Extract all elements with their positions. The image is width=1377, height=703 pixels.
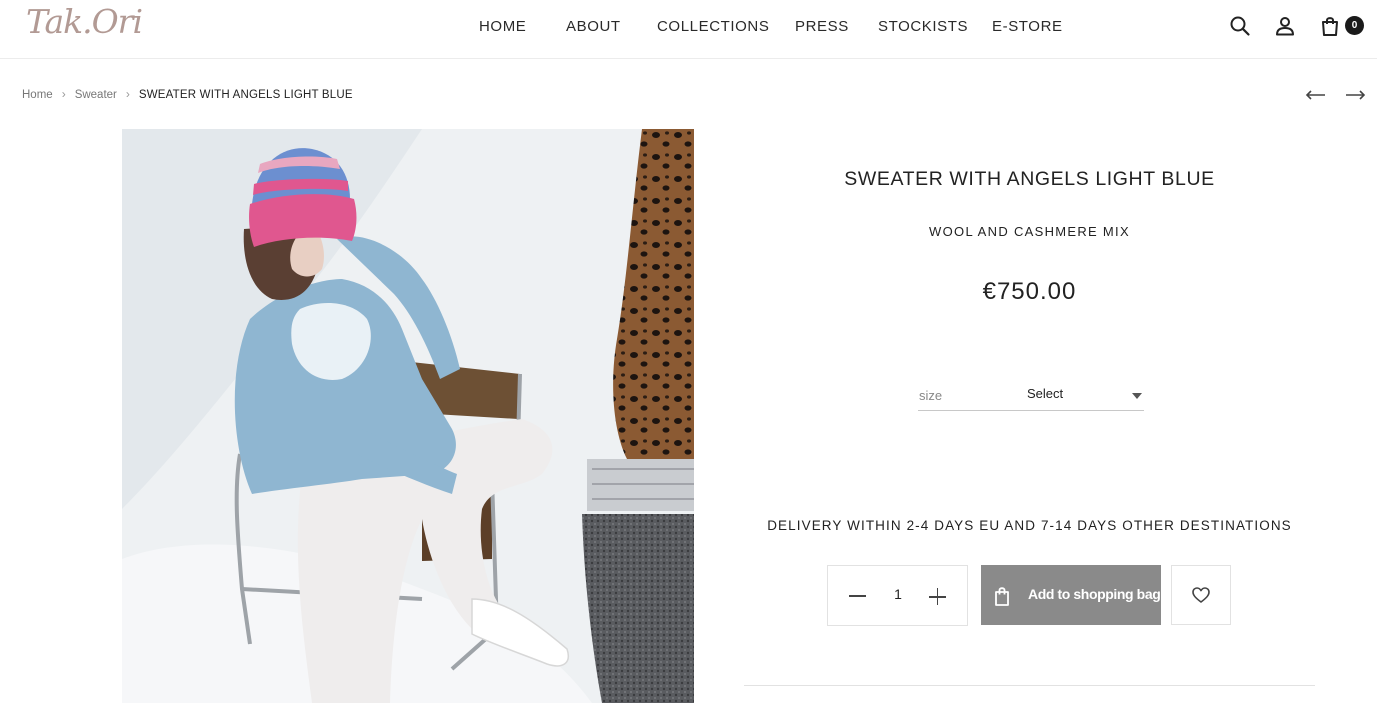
product-subtitle: WOOL AND CASHMERE MIX [929, 224, 1130, 239]
product-price: €750.00 [982, 278, 1077, 305]
shopping-bag-icon[interactable] [1319, 15, 1341, 37]
nav-e-store[interactable]: E-STORE [992, 18, 1063, 35]
divider [744, 685, 1315, 686]
breadcrumb-category[interactable]: Sweater [75, 89, 117, 101]
add-to-bag-button[interactable]: Add to shopping bag [981, 565, 1161, 625]
chevron-right-icon: › [125, 87, 130, 101]
delivery-note: DELIVERY WITHIN 2-4 DAYS EU AND 7-14 DAY… [767, 518, 1292, 533]
minus-icon [849, 595, 866, 597]
nav-press[interactable]: PRESS [795, 18, 849, 35]
quantity-stepper: 1 [827, 565, 968, 626]
breadcrumb-current: SWEATER WITH ANGELS LIGHT BLUE [138, 89, 353, 101]
product-title: SWEATER WITH ANGELS LIGHT BLUE [844, 168, 1215, 190]
size-select-value[interactable]: Select [1027, 386, 1063, 401]
nav-home[interactable]: HOME [479, 18, 526, 35]
nav-stockists[interactable]: STOCKISTS [878, 18, 968, 35]
caret-down-icon[interactable] [1132, 393, 1142, 399]
breadcrumb: Home › Sweater › SWEATER WITH ANGELS LIGHT B… [22, 87, 353, 101]
nav-about[interactable]: ABOUT [566, 18, 621, 35]
quantity-decrease-button[interactable] [840, 578, 876, 614]
nav-collections[interactable]: COLLECTIONS [657, 18, 769, 35]
size-select[interactable]: size Select [918, 383, 1144, 411]
site-header: Tak.Ori HOME ABOUT COLLECTIONS PRESS STO… [0, 0, 1377, 59]
brand-logo[interactable]: Tak.Ori [26, 2, 143, 41]
arrow-right-icon[interactable] [1344, 86, 1366, 104]
user-icon[interactable] [1274, 15, 1296, 37]
cart-count-badge: 0 [1345, 16, 1364, 35]
add-to-bag-label: Add to shopping bag [1028, 586, 1161, 602]
search-icon[interactable] [1229, 15, 1251, 37]
quantity-value[interactable]: 1 [883, 586, 913, 602]
quantity-increase-button[interactable] [919, 578, 955, 614]
plus-icon-stroke [936, 588, 939, 605]
shopping-bag-icon [995, 587, 1009, 606]
heart-icon [1192, 587, 1210, 603]
wishlist-button[interactable] [1171, 565, 1231, 625]
chevron-right-icon: › [61, 87, 66, 101]
product-image[interactable] [122, 129, 694, 703]
size-label: size [919, 388, 943, 403]
arrow-left-icon[interactable] [1305, 86, 1327, 104]
breadcrumb-home[interactable]: Home [22, 89, 53, 101]
